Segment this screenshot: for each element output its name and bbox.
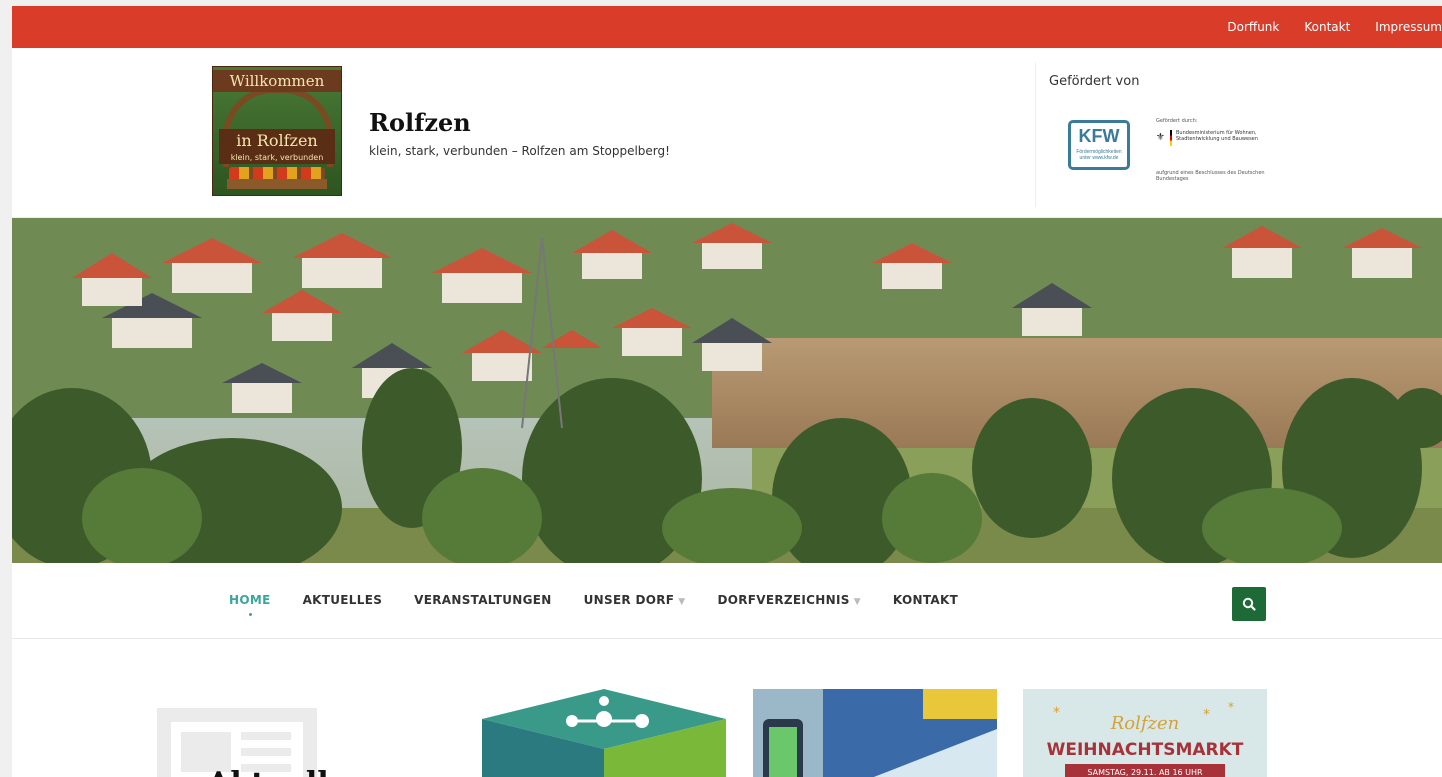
site-header: Willkommen in Rolfzen klein, stark, verb… [12, 48, 1442, 218]
svg-text:*: * [1203, 707, 1210, 723]
hero-image [12, 218, 1442, 563]
nav-item-dorfverzeichnis[interactable]: DORFVERZEICHNIS ▼ [718, 593, 861, 607]
bund-ministry-text: Bundesministerium für Wohnen, Stadtentwi… [1176, 130, 1258, 142]
site-title[interactable]: Rolfzen [369, 108, 471, 137]
post-thumbnail-2[interactable] [753, 689, 997, 777]
german-flag-icon [1170, 130, 1172, 146]
top-bar: Dorffunk Kontakt Impressum [12, 6, 1442, 48]
chevron-down-icon: ▼ [853, 597, 861, 607]
logo-line-1: Willkommen [213, 70, 341, 92]
nav-item-label: AKTUELLES [302, 593, 383, 607]
sponsor-title: Gefördert von [1049, 74, 1140, 89]
active-indicator-dot [248, 613, 252, 616]
thumbnail-image [482, 689, 726, 777]
sponsor-widget: Gefördert von KFW Förder­möglichkeiten u… [1035, 62, 1442, 207]
logo-line-3: klein, stark, verbunden [219, 151, 335, 164]
bund-bottom-text: aufgrund eines Beschlusses des Deutschen… [1156, 170, 1265, 182]
kfw-logo-text: KFW [1078, 126, 1120, 146]
bund-top-text: Gefördert durch: [1156, 118, 1198, 124]
thumbnail-image: * * * Rolfzen WEIHNACHTSMARKT SAMSTAG, 29.… [1023, 689, 1267, 777]
nav-item-label: KONTAKT [892, 593, 959, 607]
nav-item-label: DORFVERZEICHNIS [717, 593, 850, 607]
nav-item-veranstaltungen[interactable]: VERANSTALTUNGEN [414, 593, 551, 607]
topbar-link-kontakt[interactable]: Kontakt [1304, 20, 1350, 34]
thumbnail-title: WEIHNACHTSMARKT [1047, 740, 1244, 760]
nav-item-label: HOME [229, 593, 271, 607]
thumbnail-image [753, 689, 997, 777]
nav-item-unser-dorf[interactable]: UNSER DORF ▼ [584, 593, 686, 607]
search-button[interactable] [1232, 587, 1266, 621]
main-navigation: HOME AKTUELLES VERANSTALTUNGEN UNSER DOR… [12, 563, 1442, 639]
nav-item-label: UNSER DORF [583, 593, 675, 607]
logo-crate [227, 179, 327, 189]
nav-item-kontakt[interactable]: KONTAKT [893, 593, 958, 607]
bund-logo[interactable]: Gefördert durch: ⚜ Bundesministerium für… [1156, 118, 1276, 188]
post-thumbnail-1[interactable] [482, 689, 726, 777]
logo-line-2: in Rolfzen [219, 129, 335, 152]
svg-text:*: * [1053, 705, 1060, 721]
topbar-link-impressum[interactable]: Impressum [1375, 20, 1442, 34]
topbar-link-dorffunk[interactable]: Dorffunk [1227, 20, 1279, 34]
site-logo[interactable]: Willkommen in Rolfzen klein, stark, verb… [212, 66, 342, 196]
svg-text:*: * [1228, 700, 1234, 714]
search-icon [1242, 597, 1256, 611]
post-thumbnail-3[interactable]: * * * Rolfzen WEIHNACHTSMARKT SAMSTAG, 29.… [1023, 689, 1267, 777]
village-panorama [12, 218, 1442, 563]
site-description: klein, stark, verbunden – Rolfzen am Sto… [369, 144, 670, 158]
main-content: Aktuell [12, 640, 1442, 777]
nav-item-aktuelles[interactable]: AKTUELLES [303, 593, 383, 607]
thumbnail-date: SAMSTAG, 29.11. AB 16 UHR [1087, 768, 1203, 777]
kfw-logo-subtext: Förder­möglichkeiten unter www.kfw.de [1076, 149, 1122, 161]
chevron-down-icon: ▼ [678, 597, 686, 607]
federal-eagle-icon: ⚜ [1156, 132, 1165, 143]
nav-item-home[interactable]: HOME [229, 593, 271, 616]
kfw-logo[interactable]: KFW Förder­möglichkeiten unter www.kfw.d… [1068, 120, 1130, 170]
nav-item-label: VERANSTALTUNGEN [414, 593, 552, 607]
page: Dorffunk Kontakt Impressum Willkommen in… [12, 6, 1442, 777]
nav-menu: HOME AKTUELLES VERANSTALTUNGEN UNSER DOR… [229, 593, 990, 616]
section-heading: Aktuell [207, 766, 329, 777]
thumbnail-script-title: Rolfzen [1110, 713, 1180, 734]
